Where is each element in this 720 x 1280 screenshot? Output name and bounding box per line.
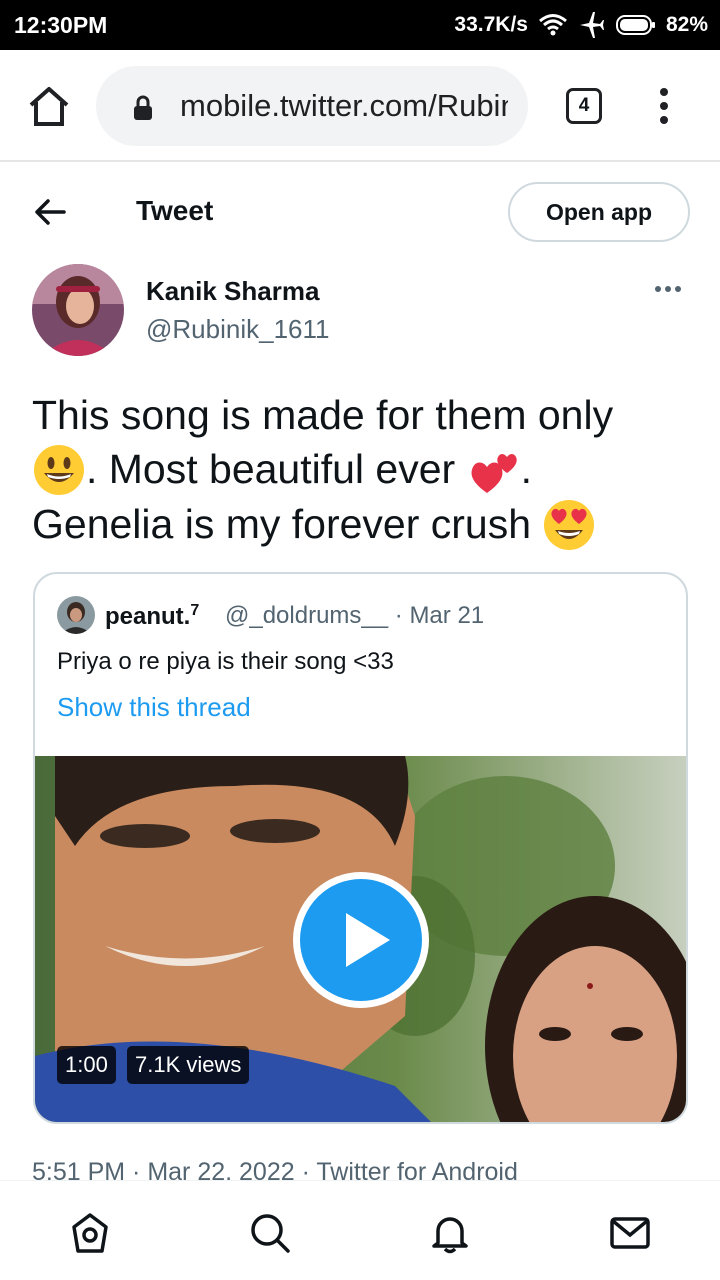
wifi-icon xyxy=(538,13,568,37)
network-speed: 33.7K/s xyxy=(454,13,528,36)
play-button[interactable] xyxy=(293,872,429,1008)
status-bar: 12:30PM 33.7K/s 82% xyxy=(0,0,720,50)
page-title: Tweet xyxy=(136,195,214,226)
status-time: 12:30PM xyxy=(14,12,108,38)
show-thread-link[interactable]: Show this thread xyxy=(57,692,251,723)
nav-search-button[interactable] xyxy=(248,1211,292,1255)
quoted-author-handle: @_doldrums__ · Mar 21 xyxy=(225,602,485,629)
video-views-badge: 7.1K views xyxy=(127,1046,250,1084)
mail-icon xyxy=(610,1217,650,1249)
battery-icon xyxy=(615,14,656,36)
quoted-tweet-text: Priya o re piya is their song <33 xyxy=(57,648,394,675)
browser-menu-button[interactable] xyxy=(654,88,674,128)
battery-level: 82% xyxy=(665,13,708,36)
more-options-button[interactable] xyxy=(655,286,685,296)
tab-switcher-button[interactable]: 4 xyxy=(566,88,602,124)
author-avatar[interactable] xyxy=(32,264,124,356)
airplane-icon xyxy=(578,12,606,38)
quoted-author-name-text: peanut. xyxy=(105,603,191,630)
author-name[interactable]: Kanik Sharma xyxy=(146,276,319,307)
quoted-author-avatar xyxy=(57,596,95,634)
tweet-text-line1: This song is made for them only xyxy=(32,392,614,438)
nav-notifications-button[interactable] xyxy=(428,1211,472,1255)
tweet-header: Tweet Open app xyxy=(0,162,720,260)
play-icon xyxy=(346,913,390,967)
lock-icon xyxy=(132,95,154,126)
bell-icon xyxy=(432,1217,468,1254)
bottom-navigation xyxy=(0,1180,720,1280)
tweet-text-line3: Genelia is my forever crush xyxy=(32,501,532,547)
back-button[interactable] xyxy=(30,192,70,232)
url-text: mobile.twitter.com/Rubinik_1611 xyxy=(180,88,508,123)
home-icon xyxy=(29,87,69,126)
browser-home-button[interactable] xyxy=(24,84,74,130)
browser-toolbar: mobile.twitter.com/Rubinik_1611 4 xyxy=(0,50,720,162)
smiley-emoji-icon xyxy=(34,445,84,495)
tweet-text-line2: . Most beautiful ever xyxy=(86,446,456,492)
heart-eyes-emoji-icon xyxy=(544,500,595,550)
status-indicators: 33.7K/s 82% xyxy=(454,12,708,38)
nav-home-button[interactable] xyxy=(68,1211,112,1255)
address-bar[interactable]: mobile.twitter.com/Rubinik_1611 xyxy=(96,66,528,146)
video-duration-badge: 1:00 xyxy=(57,1046,116,1084)
video-player[interactable]: 1:00 7.1K views xyxy=(35,756,686,1122)
quoted-author-name: peanut.7 xyxy=(105,602,199,631)
author-handle[interactable]: @Rubinik_1611 xyxy=(146,314,329,345)
two-hearts-emoji-icon xyxy=(471,454,517,493)
quoted-tweet-card[interactable]: peanut.7 @_doldrums__ · Mar 21 Priya o r… xyxy=(33,572,688,1124)
back-arrow-icon xyxy=(35,199,66,225)
search-icon xyxy=(251,1214,290,1253)
home-icon xyxy=(72,1213,108,1253)
tweet-text-line2-end: . xyxy=(520,446,532,492)
tweet-text: This song is made for them only . Most b… xyxy=(32,388,692,552)
open-app-button[interactable]: Open app xyxy=(508,182,690,242)
quoted-author-superscript: 7 xyxy=(190,602,200,619)
nav-messages-button[interactable] xyxy=(608,1211,652,1255)
